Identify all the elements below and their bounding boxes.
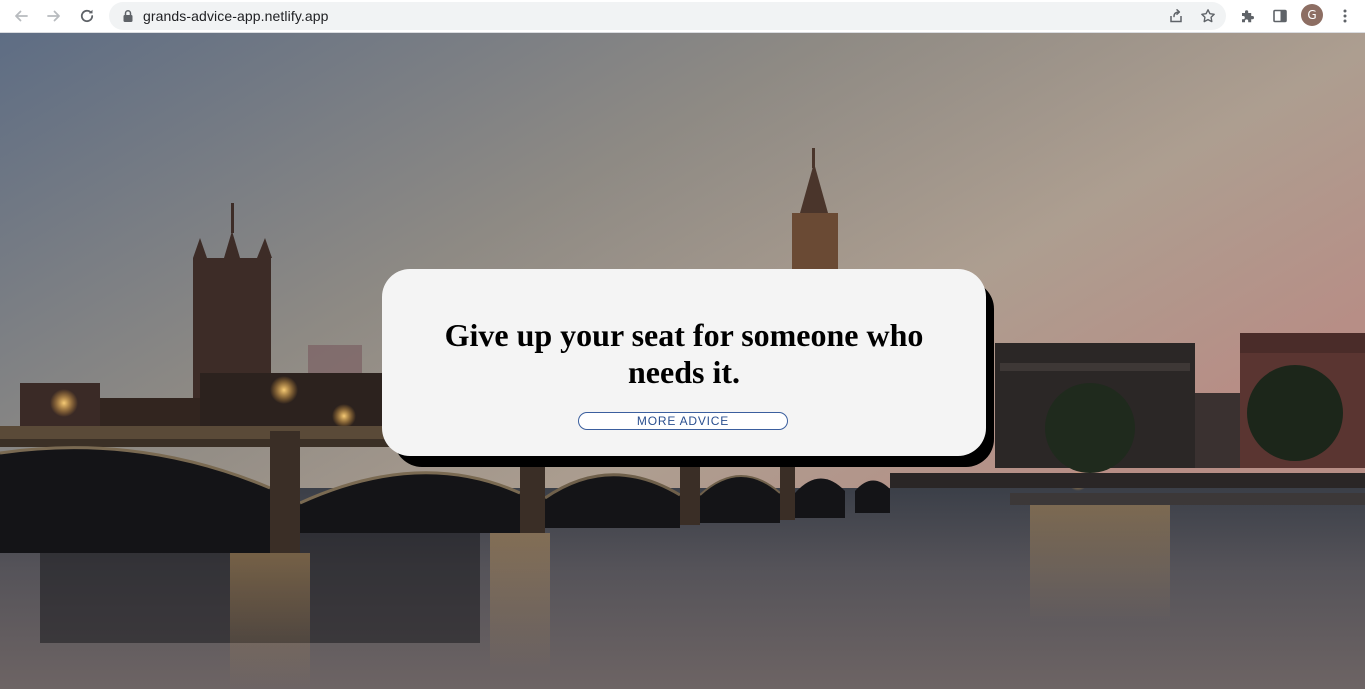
page-viewport: Give up your seat for someone who needs …: [0, 33, 1365, 689]
kebab-menu-icon: [1343, 9, 1347, 23]
url-text: grands-advice-app.netlify.app: [143, 8, 329, 24]
side-panel-icon: [1273, 9, 1287, 23]
browser-menu-button[interactable]: [1333, 4, 1357, 28]
reload-button[interactable]: [75, 4, 99, 28]
star-icon: [1201, 9, 1215, 23]
address-bar[interactable]: grands-advice-app.netlify.app: [109, 2, 1226, 30]
reload-icon: [80, 9, 94, 23]
lock-icon: [123, 10, 133, 22]
more-advice-button[interactable]: MORE ADVICE: [578, 412, 788, 430]
forward-arrow-icon: [47, 10, 60, 22]
share-icon: [1170, 9, 1182, 23]
advice-card: Give up your seat for someone who needs …: [382, 269, 986, 456]
side-panel-button[interactable]: [1268, 4, 1292, 28]
back-button[interactable]: [9, 4, 33, 28]
back-arrow-icon: [15, 10, 28, 22]
browser-toolbar: grands-advice-app.netlify.app G: [0, 0, 1365, 33]
profile-avatar[interactable]: G: [1301, 4, 1323, 26]
puzzle-icon: [1242, 10, 1254, 23]
bookmark-button[interactable]: [1197, 5, 1219, 27]
advice-text: Give up your seat for someone who needs …: [444, 317, 924, 390]
extensions-button[interactable]: [1236, 4, 1260, 28]
share-button[interactable]: [1165, 5, 1187, 27]
forward-button[interactable]: [42, 4, 66, 28]
